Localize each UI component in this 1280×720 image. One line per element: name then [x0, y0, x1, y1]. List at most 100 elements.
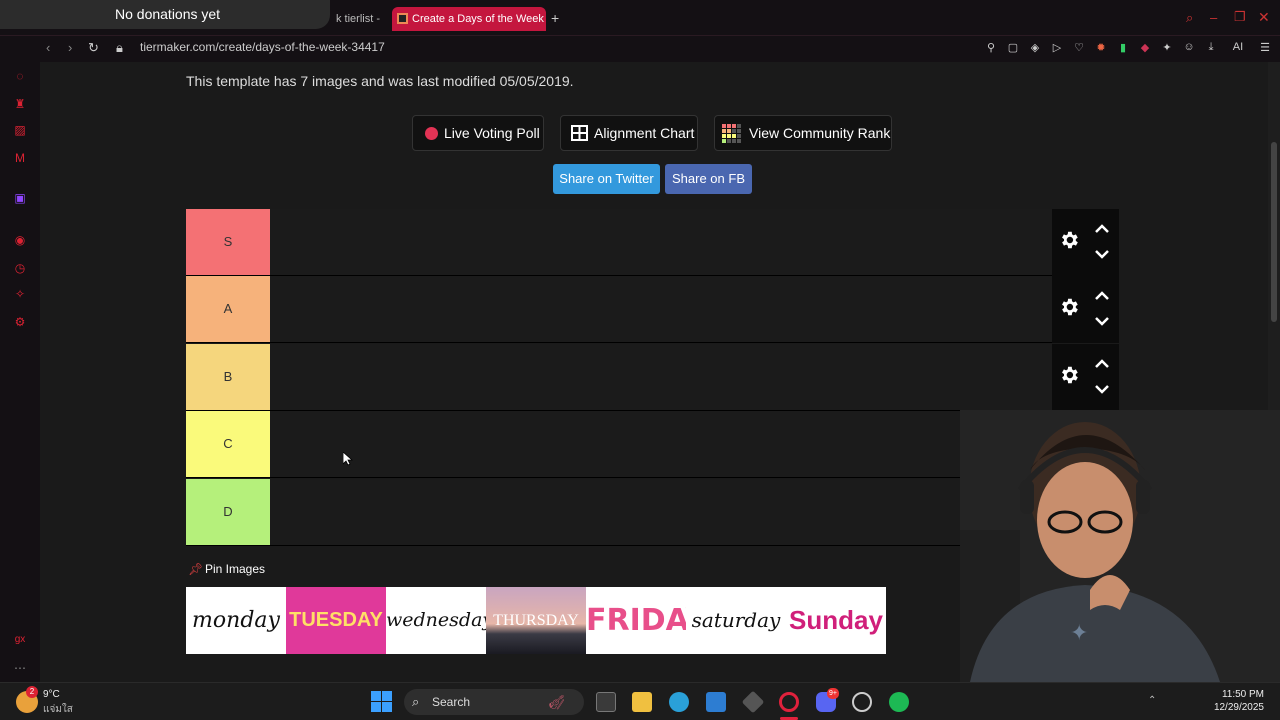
chatgpt-icon[interactable]	[852, 692, 872, 712]
tab-label: k tierlist -	[336, 13, 380, 25]
reload-icon[interactable]: ↻	[88, 40, 99, 56]
task-view-icon[interactable]	[596, 692, 616, 712]
tiermaker-favicon-icon	[397, 13, 408, 24]
tier-label[interactable]: C	[186, 411, 270, 477]
settings-icon[interactable]: ⚙	[12, 314, 28, 330]
tier-row[interactable]: S	[186, 209, 1052, 276]
day-image[interactable]: TUESDAY	[286, 587, 386, 654]
share-twitter-button[interactable]: Share on Twitter	[553, 164, 660, 194]
day-image[interactable]: saturday	[686, 587, 786, 654]
tier-label[interactable]: A	[186, 276, 270, 342]
day-image[interactable]: FRIDAY	[586, 587, 686, 654]
donation-text: No donations yet	[115, 6, 221, 22]
extension-fire-icon[interactable]: ✹	[1094, 40, 1108, 54]
windows-start-icon[interactable]	[371, 691, 392, 712]
forward-icon[interactable]: ›	[68, 40, 72, 55]
ublock-icon[interactable]: ◆	[1138, 40, 1152, 54]
weather-temperature: 9°C	[43, 689, 60, 700]
weather-badge: 2	[26, 686, 38, 698]
day-image[interactable]: Sunday	[786, 587, 886, 654]
chevron-up-icon[interactable]	[1093, 222, 1111, 236]
day-image[interactable]: monday	[186, 587, 286, 654]
live-voting-poll-button[interactable]: Live Voting Poll	[412, 115, 544, 151]
gear-icon[interactable]	[1058, 364, 1080, 386]
record-icon	[425, 127, 438, 140]
tier-row[interactable]: A	[186, 276, 1052, 343]
gear-icon[interactable]	[1058, 229, 1080, 251]
heart-icon[interactable]: ♡	[1072, 40, 1086, 54]
pushpin-icon: 📌︎	[188, 562, 204, 576]
extension-green-icon[interactable]: ▮	[1116, 40, 1130, 54]
pin-icon[interactable]: ⚲	[984, 40, 998, 54]
tier-label[interactable]: S	[186, 209, 270, 275]
alignment-chart-label: Alignment Chart	[594, 125, 695, 141]
opera-gx-icon[interactable]	[779, 692, 799, 712]
player-icon[interactable]: ◉	[12, 232, 28, 248]
back-icon[interactable]: ‹	[46, 40, 50, 55]
restore-icon[interactable]: ❐	[1234, 9, 1246, 25]
more-icon[interactable]: ⋯	[12, 660, 28, 676]
view-community-rank-label: View Community Rank	[749, 125, 891, 141]
search-label: Search	[432, 695, 471, 709]
chevron-down-icon[interactable]	[1093, 247, 1111, 261]
search-icon: ⌕	[412, 694, 420, 709]
donation-banner: No donations yet	[0, 0, 330, 29]
extensions-sidebar-icon[interactable]: ✧	[12, 286, 28, 302]
app-icon[interactable]	[741, 690, 765, 714]
search-highlight-icon: 🎻︎	[548, 694, 566, 710]
clock-time[interactable]: 11:50 PM	[1222, 689, 1264, 700]
gear-icon[interactable]	[1058, 296, 1080, 318]
gx-icon[interactable]: gx	[12, 632, 28, 648]
tray-chevron-icon[interactable]: ⌃	[1148, 695, 1156, 706]
twitch-icon[interactable]: ▣	[12, 190, 28, 206]
download-icon[interactable]: ⤓	[1204, 40, 1218, 54]
tab-create-days-of-week[interactable]: Create a Days of the Week	[392, 7, 546, 31]
day-image[interactable]: THURSDAY	[486, 587, 586, 654]
shield-icon[interactable]: ◈	[1028, 40, 1042, 54]
store-icon[interactable]	[706, 692, 726, 712]
new-tab-plus-icon[interactable]: +	[551, 10, 559, 26]
minimize-icon[interactable]: –	[1210, 10, 1217, 25]
tab-label: Create a Days of the Week	[412, 13, 544, 25]
menu-icon[interactable]: ☰	[1258, 40, 1272, 54]
tier-row[interactable]: C	[186, 411, 1052, 478]
chevron-up-icon[interactable]	[1093, 289, 1111, 303]
tab-tierlist[interactable]: k tierlist -	[336, 7, 382, 31]
ai-button[interactable]: AI	[1226, 40, 1250, 54]
edge-icon[interactable]	[669, 692, 689, 712]
tier-controls	[1052, 276, 1119, 343]
close-window-icon[interactable]: ✕	[1258, 9, 1270, 26]
chevron-up-icon[interactable]	[1093, 357, 1111, 371]
snapshot-icon[interactable]: ▢	[1006, 40, 1020, 54]
workspace-icon[interactable]: ♜	[12, 96, 28, 112]
spotify-icon[interactable]	[889, 692, 909, 712]
taskbar-search[interactable]: ⌕ Search 🎻︎	[404, 689, 584, 715]
clock-date[interactable]: 12/29/2025	[1214, 702, 1264, 713]
scrollbar-thumb[interactable]	[1271, 142, 1277, 322]
lock-icon: 🔒︎	[116, 40, 123, 55]
aria-icon[interactable]: ◌	[12, 68, 28, 84]
chevron-down-icon[interactable]	[1093, 382, 1111, 396]
tier-label[interactable]: D	[186, 479, 270, 545]
shirt-graphic: ✦	[1070, 620, 1088, 645]
file-explorer-icon[interactable]	[632, 692, 652, 712]
wallet-icon[interactable]: ▨	[12, 122, 28, 138]
tier-grid-icon	[722, 124, 741, 143]
day-image[interactable]: wednesday	[386, 587, 486, 654]
profile-icon[interactable]: ☺	[1182, 40, 1196, 54]
extensions-icon[interactable]: ✦	[1160, 40, 1174, 54]
mail-icon[interactable]: M	[12, 150, 28, 166]
url-field[interactable]: tiermaker.com/create/days-of-the-week-34…	[140, 40, 385, 54]
play-icon[interactable]: ▷	[1050, 40, 1064, 54]
live-voting-poll-label: Live Voting Poll	[444, 125, 540, 141]
tier-row[interactable]: B	[186, 344, 1052, 411]
history-icon[interactable]: ◷	[12, 260, 28, 276]
chevron-down-icon[interactable]	[1093, 314, 1111, 328]
tier-label[interactable]: B	[186, 344, 270, 410]
search-tabs-icon[interactable]: ⌕	[1186, 10, 1193, 26]
alignment-chart-button[interactable]: Alignment Chart	[560, 115, 698, 151]
tier-row[interactable]: D	[186, 479, 1052, 546]
tab-bar: No donations yet k tierlist - Create a D…	[0, 0, 1280, 36]
view-community-rank-button[interactable]: View Community Rank	[714, 115, 892, 151]
share-fb-button[interactable]: Share on FB	[665, 164, 752, 194]
